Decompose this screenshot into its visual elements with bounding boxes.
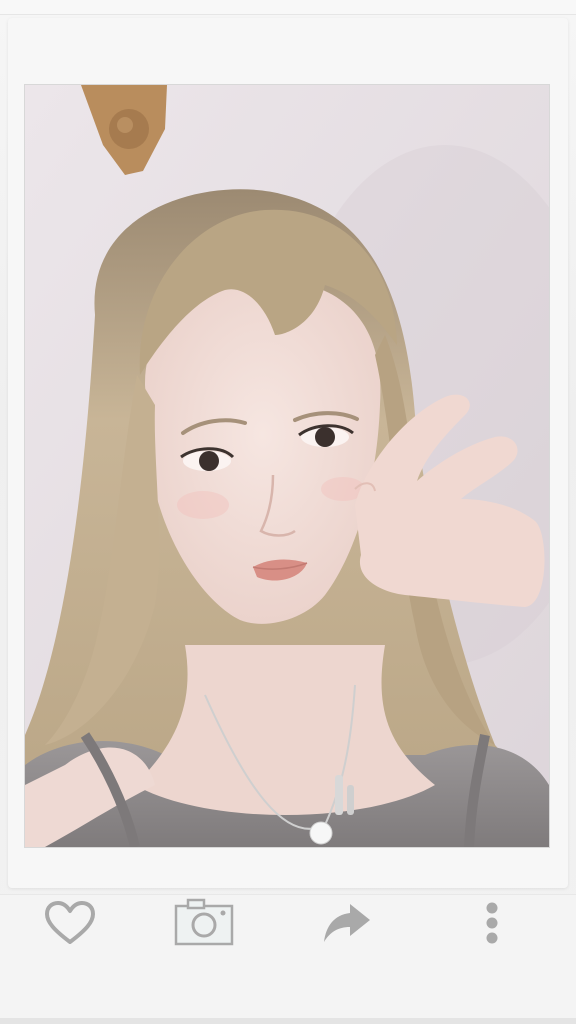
portrait-image <box>25 85 549 847</box>
post-photo[interactable] <box>24 84 550 848</box>
share-button[interactable] <box>316 898 376 948</box>
post-screen <box>0 0 576 1024</box>
heart-icon <box>45 901 95 944</box>
camera-icon <box>174 898 234 946</box>
more-vertical-icon <box>486 902 498 944</box>
like-button[interactable] <box>40 898 100 948</box>
share-arrow-icon <box>324 904 370 942</box>
camera-button[interactable] <box>174 898 234 948</box>
more-button[interactable] <box>462 898 522 948</box>
bottom-strip <box>0 1018 576 1024</box>
status-strip <box>0 0 576 15</box>
